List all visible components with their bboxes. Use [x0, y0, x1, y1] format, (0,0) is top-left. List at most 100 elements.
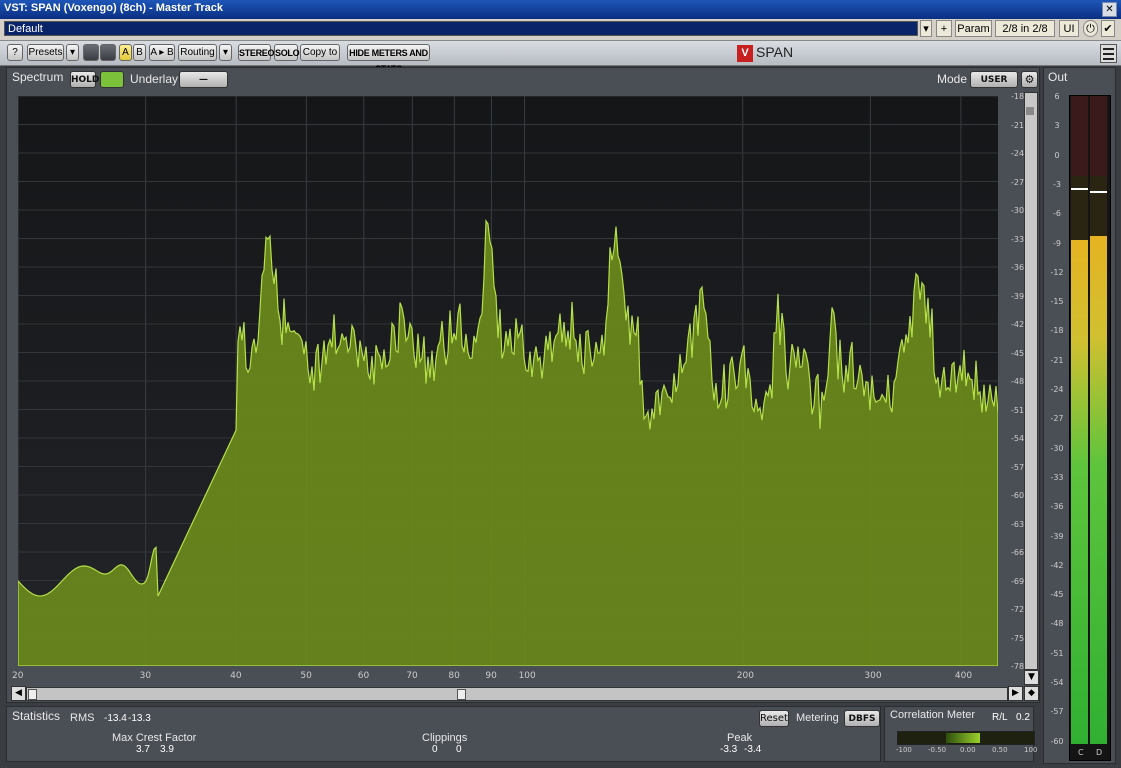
- mode-select[interactable]: USER: [970, 71, 1018, 88]
- reset-button[interactable]: Reset: [759, 710, 789, 727]
- presets-dropdown-icon[interactable]: ▾: [66, 44, 79, 61]
- hide-meters-button[interactable]: HIDE METERS AND STATS: [347, 44, 430, 74]
- param-button[interactable]: Param: [955, 20, 992, 37]
- db-tick-label: -30: [1011, 206, 1025, 215]
- freq-tick-label: 30: [139, 671, 152, 681]
- rms-left-value: -13.4: [104, 713, 127, 724]
- hscroll-thumb-right[interactable]: [457, 689, 466, 700]
- add-button[interactable]: +: [936, 20, 952, 37]
- undo-icon[interactable]: [83, 44, 99, 61]
- stereo-button[interactable]: STEREO: [238, 44, 275, 61]
- spectrum-graph: [18, 96, 998, 666]
- clip-left-value: 0: [432, 744, 438, 755]
- meter-left-yellow-zone: [1071, 176, 1088, 240]
- freq-tick-label: 70: [406, 671, 418, 681]
- routing-button[interactable]: Routing: [178, 44, 217, 61]
- meter-tick-label: -36: [1050, 502, 1064, 512]
- help-button[interactable]: ?: [7, 44, 23, 61]
- scroll-left-icon[interactable]: ◀: [11, 686, 26, 701]
- meter-tick-label: -21: [1050, 355, 1064, 365]
- meter-tick-label: -6: [1053, 209, 1061, 219]
- host-bar: Default ▾ + Param 2/8 in 2/8 out UI ⏻ ✔: [0, 19, 1121, 52]
- underlay-label: Underlay: [130, 72, 179, 86]
- freq-tick-label: 200: [736, 671, 754, 681]
- crest-left-value: 3.7: [136, 744, 150, 755]
- db-tick-label: -57: [1011, 462, 1025, 472]
- solo-button[interactable]: SOLO: [274, 44, 300, 61]
- chevron-down-icon[interactable]: ▾: [920, 20, 932, 37]
- statistics-label: Statistics: [12, 709, 61, 723]
- meter-tick-label: -39: [1050, 531, 1064, 541]
- meter-tick-label: -45: [1050, 590, 1064, 600]
- routing-dropdown-icon[interactable]: ▾: [219, 44, 232, 61]
- peak-right-value: -3.4: [744, 744, 762, 755]
- hold-button[interactable]: HOLD: [70, 71, 99, 88]
- meter-tick-label: -42: [1050, 560, 1064, 570]
- freq-tick-label: 300: [864, 671, 882, 681]
- db-tick-label: -60: [1011, 491, 1025, 500]
- correlation-label: Correlation Meter: [890, 709, 975, 721]
- freq-tick-label: 40: [230, 671, 242, 681]
- db-tick-label: -51: [1011, 405, 1025, 415]
- meter-channel-right: D: [1096, 748, 1103, 757]
- correlation-tick-label: 100: [1024, 746, 1038, 754]
- db-tick-label: -54: [1011, 434, 1025, 443]
- db-tick-label: -39: [1011, 291, 1025, 301]
- copy-to-button[interactable]: Copy to: [300, 44, 340, 61]
- meter-left-level: [1071, 240, 1088, 744]
- db-tick-label: -42: [1011, 320, 1025, 329]
- db-tick-label: -21: [1011, 120, 1025, 130]
- meter-tick-label: -15: [1050, 297, 1064, 307]
- presets-button[interactable]: Presets: [27, 44, 64, 61]
- close-icon[interactable]: ✕: [1102, 2, 1117, 17]
- scroll-down-icon[interactable]: ▼: [1024, 670, 1039, 685]
- hscroll-thumb-left[interactable]: [28, 689, 37, 700]
- out-label: Out: [1048, 70, 1068, 84]
- meter-channel-left: C: [1078, 748, 1084, 757]
- spectrum-plot[interactable]: [18, 96, 998, 666]
- gear-icon[interactable]: ⚙: [1021, 71, 1038, 88]
- scroll-right-icon[interactable]: ▶: [1008, 686, 1023, 701]
- power-icon[interactable]: ⏻: [1083, 20, 1098, 37]
- clip-right-value: 0: [456, 744, 462, 755]
- preset-b-button[interactable]: B: [133, 44, 146, 61]
- meter-right-red-zone: [1090, 96, 1107, 176]
- span-logo: V SPAN: [737, 44, 793, 62]
- db-tick-label: -63: [1011, 519, 1025, 529]
- db-tick-label: -48: [1011, 377, 1025, 386]
- copy-a-to-b-button[interactable]: A ▸ B: [149, 44, 175, 61]
- meter-tick-label: -30: [1050, 443, 1064, 453]
- redo-icon[interactable]: [100, 44, 116, 61]
- db-tick-label: -66: [1011, 548, 1025, 557]
- db-tick-label: -33: [1011, 234, 1025, 244]
- meter-tick-label: -33: [1050, 472, 1064, 482]
- meter-tick-label: -48: [1050, 619, 1064, 629]
- vscroll-thumb[interactable]: [1026, 107, 1034, 115]
- horizontal-scrollbar[interactable]: [26, 687, 1008, 701]
- meter-tick-label: -54: [1050, 678, 1064, 687]
- freq-tick-label: 50: [300, 671, 312, 681]
- ui-button[interactable]: UI: [1059, 20, 1079, 37]
- meter-tick-label: -60: [1050, 736, 1064, 746]
- preset-a-button[interactable]: A: [119, 44, 132, 61]
- freq-tick-label: 100: [518, 671, 536, 681]
- crest-factor-label: Max Crest Factor: [112, 732, 197, 744]
- metering-label: Metering: [796, 712, 839, 724]
- scroll-menu-icon[interactable]: ◆: [1024, 686, 1039, 701]
- freq-tick-label: 400: [954, 671, 973, 681]
- hold-indicator[interactable]: [100, 71, 124, 88]
- correlation-mode[interactable]: R/L: [992, 712, 1008, 723]
- correlation-fill: [946, 733, 980, 743]
- menu-icon[interactable]: [1100, 44, 1117, 63]
- io-button[interactable]: 2/8 in 2/8 out: [995, 20, 1055, 52]
- meter-tick-label: -24: [1050, 385, 1064, 394]
- correlation-bar: [897, 731, 1035, 745]
- db-tick-label: -27: [1011, 177, 1025, 187]
- underlay-select[interactable]: —: [179, 71, 228, 88]
- meter-left-peak: [1071, 188, 1088, 190]
- crest-right-value: 3.9: [160, 744, 174, 755]
- preset-select[interactable]: Default: [4, 21, 918, 36]
- bypass-checkbox[interactable]: ✔: [1101, 20, 1115, 37]
- spectrum-label: Spectrum: [12, 70, 64, 84]
- metering-select[interactable]: DBFS: [844, 710, 880, 727]
